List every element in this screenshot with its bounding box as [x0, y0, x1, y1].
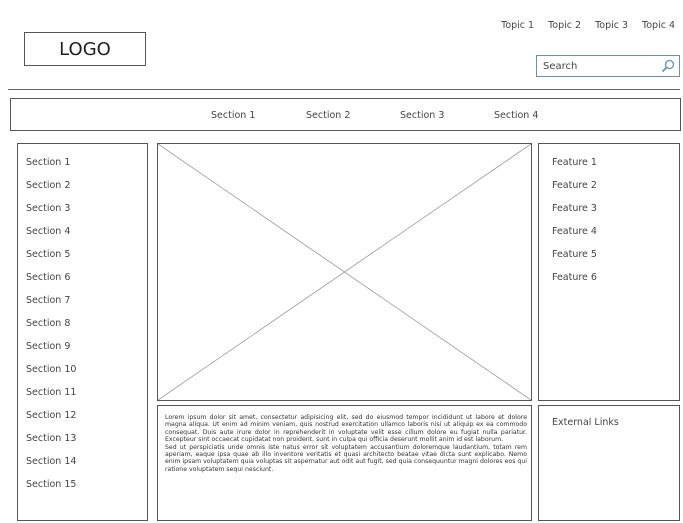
external-links-label[interactable]: External Links — [552, 417, 619, 428]
sidebar-item[interactable]: Section 7 — [26, 295, 70, 306]
topic-link-4[interactable]: Topic 4 — [642, 20, 675, 31]
sidebar-item[interactable]: Section 14 — [26, 456, 76, 467]
external-links-panel: External Links — [538, 405, 680, 521]
sidebar-item[interactable]: Section 11 — [26, 387, 76, 398]
body-text: Lorem ipsum dolor sit amet, consectetur … — [157, 405, 532, 521]
body-paragraph-1: Lorem ipsum dolor sit amet, consectetur … — [165, 414, 527, 444]
sidebar-item[interactable]: Section 1 — [26, 157, 70, 168]
topic-link-1[interactable]: Topic 1 — [501, 20, 534, 31]
sidebar-item[interactable]: Section 8 — [26, 318, 70, 329]
sidebar-item[interactable]: Section 6 — [26, 272, 70, 283]
section-nav: Section 1 Section 2 Section 3 Section 4 — [10, 98, 681, 131]
section-nav-item-2[interactable]: Section 2 — [306, 110, 350, 121]
feature-item[interactable]: Feature 6 — [552, 272, 597, 283]
section-nav-item-4[interactable]: Section 4 — [494, 110, 538, 121]
topic-nav: Topic 1 Topic 2 Topic 3 Topic 4 — [501, 20, 675, 31]
sidebar-item[interactable]: Section 4 — [26, 226, 70, 237]
feature-item[interactable]: Feature 5 — [552, 249, 597, 260]
image-placeholder-cross — [158, 144, 531, 400]
sidebar-item[interactable]: Section 15 — [26, 479, 76, 490]
sidebar-item[interactable]: Section 2 — [26, 180, 70, 191]
sidebar-item[interactable]: Section 3 — [26, 203, 70, 214]
sidebar-item[interactable]: Section 12 — [26, 410, 76, 421]
sidebar-item[interactable]: Section 10 — [26, 364, 76, 375]
body-paragraph-2: Sed ut perspiciatis unde omnis iste natu… — [165, 443, 527, 473]
image-placeholder — [157, 143, 532, 401]
sidebar-item[interactable]: Section 13 — [26, 433, 76, 444]
logo[interactable]: LOGO — [24, 32, 146, 66]
search-input[interactable] — [541, 59, 663, 73]
feature-item[interactable]: Feature 4 — [552, 226, 597, 237]
sidebar-item[interactable]: Section 9 — [26, 341, 70, 352]
search-icon[interactable] — [661, 59, 675, 73]
feature-item[interactable]: Feature 2 — [552, 180, 597, 191]
feature-item[interactable]: Feature 1 — [552, 157, 597, 168]
feature-item[interactable]: Feature 3 — [552, 203, 597, 214]
topic-link-2[interactable]: Topic 2 — [548, 20, 581, 31]
section-nav-item-3[interactable]: Section 3 — [400, 110, 444, 121]
topic-link-3[interactable]: Topic 3 — [595, 20, 628, 31]
search-box — [536, 55, 680, 77]
feature-sidebar: Feature 1 Feature 2 Feature 3 Feature 4 … — [538, 143, 680, 401]
section-nav-item-1[interactable]: Section 1 — [211, 110, 255, 121]
header-divider — [8, 89, 680, 90]
left-sidebar: Section 1 Section 2 Section 3 Section 4 … — [17, 143, 148, 521]
sidebar-item[interactable]: Section 5 — [26, 249, 70, 260]
